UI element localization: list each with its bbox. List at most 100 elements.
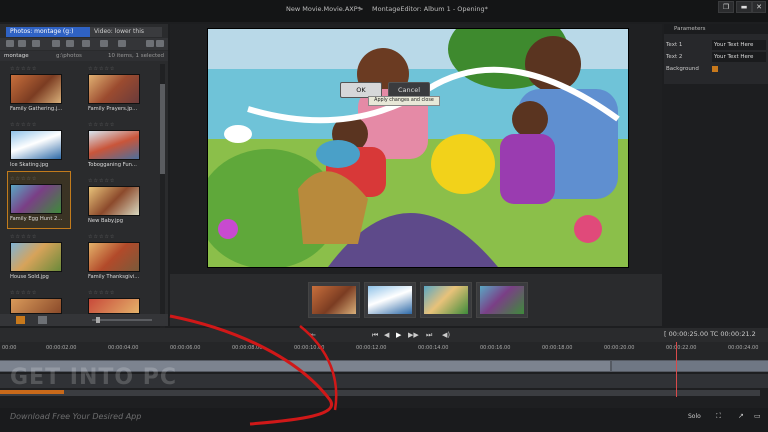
sort-icon[interactable]: [100, 40, 108, 47]
folder-icon[interactable]: [32, 40, 40, 47]
play-icon[interactable]: ▶: [396, 331, 401, 339]
project-title: New Movie.Movie.AXP*: [286, 5, 361, 13]
thumbnail-image: [88, 186, 140, 216]
family-illustration: [208, 29, 628, 267]
tick-label: 00:00:16.00: [480, 345, 511, 351]
list-item-selected[interactable]: ☆☆☆☆☆ Family Egg Hunt 2...: [7, 171, 71, 229]
zoom-slider-handle[interactable]: [96, 317, 100, 323]
rating-stars[interactable]: ☆☆☆☆☆: [88, 66, 115, 72]
panel-prev-icon[interactable]: [146, 40, 154, 47]
timeline-clip[interactable]: [612, 361, 768, 371]
tick-label: 00:00:02.00: [46, 345, 77, 351]
playhead[interactable]: [676, 342, 677, 397]
text1-field[interactable]: Your Text Here: [712, 40, 766, 50]
item-label: New Baby.jpg: [88, 218, 123, 224]
list-item[interactable]: ☆☆☆☆☆ New Baby.jpg: [88, 174, 166, 230]
go-end-icon[interactable]: ⏭: [426, 331, 432, 340]
volume-icon[interactable]: ◀): [442, 331, 450, 339]
library-panel: Photos: montage (g:) Video: lower this m…: [0, 24, 168, 334]
rating-stars[interactable]: ☆☆☆☆☆: [88, 178, 115, 184]
list-icon[interactable]: [52, 40, 60, 47]
zoom-slider[interactable]: [92, 319, 152, 321]
tab-photos-label: Photos: montage (g:): [10, 28, 74, 35]
scrollbar-thumb[interactable]: [160, 84, 165, 174]
list-item[interactable]: ☆☆☆☆☆: [88, 286, 166, 314]
library-footer: [0, 314, 168, 326]
restore-icon[interactable]: ❐: [718, 1, 734, 13]
title-bar: New Movie.Movie.AXP* > MontageEditor: Al…: [0, 0, 768, 22]
tick-label: 00:00:10.00: [294, 345, 325, 351]
tick-label: 00:00:24.00: [728, 345, 759, 351]
step-back-icon[interactable]: ◀: [384, 331, 389, 339]
tick-label: 00:00:12.00: [356, 345, 387, 351]
tag-icon[interactable]: [118, 40, 126, 47]
filter-icon[interactable]: [66, 40, 74, 47]
tab-video[interactable]: Video: lower this: [90, 27, 162, 37]
rating-stars[interactable]: ☆☆☆☆☆: [10, 234, 37, 240]
item-label: House Sold.jpg: [10, 274, 49, 280]
timeline-scrollbar[interactable]: [0, 390, 760, 396]
editor-title: MontageEditor: Album 1 - Opening*: [372, 5, 488, 13]
item-label: Family Egg Hunt 2...: [10, 216, 63, 222]
param-label: Background: [666, 66, 699, 72]
list-item[interactable]: ☆☆☆☆☆ Family Gathering.j...: [10, 62, 88, 118]
solo-toggle[interactable]: Solo: [688, 413, 701, 420]
rating-stars[interactable]: ☆☆☆☆☆: [88, 122, 115, 128]
item-label: Family Thanksgivi...: [88, 274, 140, 280]
path-label: g:\photos: [56, 53, 82, 59]
tick-label: 00:00:14.00: [418, 345, 449, 351]
tab-video-label: Video: lower this: [94, 28, 144, 35]
close-icon[interactable]: ✕: [752, 1, 766, 13]
go-start-icon[interactable]: ⏮: [372, 331, 378, 340]
background-color-swatch[interactable]: [712, 66, 718, 72]
thumbnail-image: [88, 130, 140, 160]
tick-label: 00:00:22.00: [666, 345, 697, 351]
list-view-icon[interactable]: [38, 316, 47, 324]
library-toolbar: [0, 38, 168, 50]
back-icon[interactable]: [6, 40, 14, 47]
thumbnail-image: [88, 242, 140, 272]
item-count: 10 items, 1 selected: [108, 53, 164, 59]
grid-icon[interactable]: [18, 40, 26, 47]
thumbnail-image: [10, 184, 62, 214]
tick-label: 00:00:18.00: [542, 345, 573, 351]
thumbnail-image: [88, 298, 140, 314]
film-frame[interactable]: [364, 282, 416, 318]
tab-photos[interactable]: Photos: montage (g:): [6, 27, 90, 37]
film-frame[interactable]: [476, 282, 528, 318]
minimize-icon[interactable]: ▬: [736, 1, 752, 13]
tick-label: 00:00:08.00: [232, 345, 263, 351]
fullscreen-icon[interactable]: ⛶: [716, 412, 721, 421]
view-icon[interactable]: [82, 40, 90, 47]
detach-icon[interactable]: ▭: [754, 412, 761, 420]
list-item[interactable]: ☆☆☆☆☆ Family Thanksgivi...: [88, 230, 166, 286]
rating-stars[interactable]: ☆☆☆☆☆: [88, 290, 115, 296]
list-item[interactable]: ☆☆☆☆☆ Family Prayers.jp...: [88, 62, 166, 118]
list-item[interactable]: ☆☆☆☆☆ Tobogganing Fun...: [88, 118, 166, 174]
grid-view-icon[interactable]: [16, 316, 25, 324]
item-label: Ice Skating.jpg: [10, 162, 49, 168]
path-bar: montage g:\photos 10 items, 1 selected: [0, 51, 168, 61]
list-item[interactable]: ☆☆☆☆☆ House Sold.jpg: [10, 230, 88, 286]
film-frame[interactable]: [308, 282, 360, 318]
step-forward-icon[interactable]: ▶▶: [408, 331, 419, 339]
rating-stars[interactable]: ☆☆☆☆☆: [88, 234, 115, 240]
timeline-ruler[interactable]: 00:00 00:00:02.00 00:00:04.00 00:00:06.0…: [0, 342, 768, 360]
list-item[interactable]: ☆☆☆☆☆: [10, 286, 88, 314]
text2-field[interactable]: Your Text Here: [712, 52, 766, 62]
param-label: Text 1: [666, 42, 683, 48]
film-frame[interactable]: [420, 282, 472, 318]
rewind-icon[interactable]: ⇤: [310, 331, 316, 339]
library-scrollbar[interactable]: [160, 64, 165, 334]
rating-stars[interactable]: ☆☆☆☆☆: [10, 122, 37, 128]
item-label: Family Prayers.jp...: [88, 106, 138, 112]
rating-stars[interactable]: ☆☆☆☆☆: [10, 66, 37, 72]
rating-stars[interactable]: ☆☆☆☆☆: [10, 176, 37, 182]
list-item[interactable]: ☆☆☆☆☆ Ice Skating.jpg: [10, 118, 88, 174]
item-label: Tobogganing Fun...: [88, 162, 137, 168]
export-icon[interactable]: ↗: [738, 412, 744, 420]
watermark-tagline: Download Free Your Desired App: [10, 412, 142, 421]
thumbnail-image: [88, 74, 140, 104]
rating-stars[interactable]: ☆☆☆☆☆: [10, 290, 37, 296]
panel-next-icon[interactable]: [156, 40, 164, 47]
